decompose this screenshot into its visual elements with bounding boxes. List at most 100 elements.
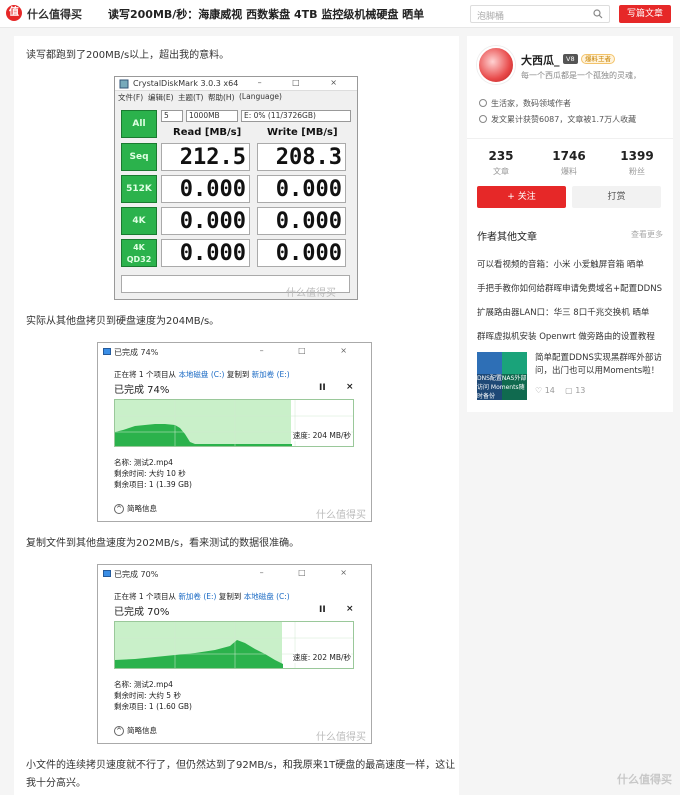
comment-icon: ▢ [565, 386, 573, 395]
cancel-button[interactable]: × [346, 604, 354, 614]
author-tags: 生活家，数码领域作者 [479, 98, 571, 109]
cdm-read-header: Read [MB/s] [173, 127, 242, 138]
copy-destination-link[interactable]: 新加卷 (E:) [252, 370, 290, 379]
author-name[interactable]: 大西瓜_ [521, 52, 560, 68]
thumb-caption: DNS配置NAS外部访问 Moments随时备份 [477, 374, 527, 400]
featured-article-title[interactable]: 简单配置DDNS实现黑群晖外部访问，出门也可以用Moments啦！~ [535, 352, 665, 378]
like-icon: ♡ [535, 386, 543, 395]
cdm-4k-button[interactable]: 4K [121, 207, 157, 235]
cdm-512k-read: 0.000 [161, 175, 250, 203]
stat-number: 1746 [552, 149, 586, 163]
cdm-512k-button[interactable]: 512K [121, 175, 157, 203]
copy-source-link[interactable]: 新加卷 (E:) [178, 592, 216, 601]
other-article-link[interactable]: 扩展路由器LAN口：华三 8口千兆交换机 晒单 [477, 306, 663, 318]
paragraph: 我十分高兴。 [26, 778, 86, 789]
paragraph: 实际从其他盘拷贝到硬盘速度为204MB/s。 [26, 316, 220, 327]
view-more-link[interactable]: 查看更多 [631, 229, 663, 240]
watermark: 什么值得买 [286, 288, 336, 299]
copy-speed: 速度: 202 MB/秒 [292, 652, 351, 663]
dialog-title: 已完成 70% [114, 570, 159, 579]
like-count: 14 [544, 386, 555, 395]
stat-number: 235 [488, 149, 514, 163]
cdm-all-button[interactable]: All [121, 110, 157, 138]
author-achievements-text: 发文累计获赞6087，文章被1.7万人收藏 [491, 115, 637, 124]
dialog-title: 已完成 74% [114, 348, 159, 357]
cancel-button[interactable]: × [346, 382, 354, 392]
cdm-titlebar: CrystalDiskMark 3.0.3 x64 – □ × [115, 77, 357, 91]
copy-dialog: 已完成 70% – □ × 正在将 1 个项目从 新加卷 (E:) 复制到 本地… [97, 564, 372, 744]
cdm-count-select[interactable]: 5 [161, 110, 183, 122]
level-badge: V8 [563, 54, 578, 64]
author-sidebar: 大西瓜_ V8 爆料王者 每一个西瓜都是一个孤独的灵魂， 生活家，数码领域作者 … [467, 36, 673, 412]
author-bio: 每一个西瓜都是一个孤独的灵魂， [521, 71, 641, 80]
copy-destination-link[interactable]: 本地磁盘 (C:) [244, 592, 290, 601]
other-article-link[interactable]: 手把手教你如何给群晖申请免费域名+配置DDNS [477, 282, 663, 294]
items-remaining: 剩余项目: 1 (1.60 GB) [114, 702, 192, 711]
comment-count: 13 [575, 386, 586, 395]
other-article-link[interactable]: 可以看视频的音箱：小米 小爱触屏音箱 晒单 [477, 258, 663, 270]
stat-label: 爆料 [561, 167, 577, 176]
menu-language[interactable]: (Language) [239, 92, 282, 101]
window-controls[interactable]: – □ × [258, 78, 351, 87]
copy-desc-mid: 复制到 [226, 370, 250, 379]
cdm-4kqd32-button[interactable]: 4K QD32 [121, 239, 157, 267]
less-details-label: 简略信息 [127, 504, 157, 513]
site-name[interactable]: 什么值得买 [27, 6, 82, 22]
window-controls[interactable]: – □ × [260, 568, 363, 577]
featured-article-thumbnail[interactable]: DNS配置NAS外部访问 Moments随时备份 [477, 352, 527, 400]
copy-percent: 已完成 74% [114, 385, 170, 396]
tip-button[interactable]: 打赏 [572, 186, 661, 208]
file-name: 名称: 测试2.mp4 [114, 458, 173, 467]
stat-tips[interactable]: 1746 爆料 [535, 149, 603, 177]
author-achievements: 发文累计获赞6087，文章被1.7万人收藏 [479, 114, 636, 125]
stat-fans[interactable]: 1399 粉丝 [603, 149, 671, 177]
menu-file[interactable]: 文件(F) [118, 92, 143, 103]
search-icon[interactable] [593, 9, 603, 19]
menu-theme[interactable]: 主题(T) [178, 92, 203, 103]
copy-icon [103, 570, 111, 577]
site-logo-icon[interactable]: 值 [6, 5, 22, 21]
window-controls[interactable]: – □ × [260, 346, 363, 355]
cdm-seq-button[interactable]: Seq [121, 143, 157, 171]
top-bar: 值 什么值得买 读写200MB/秒：海康威视 西数紫盘 4TB 监控级机械硬盘 … [0, 0, 680, 28]
thumb-icon [479, 115, 487, 123]
other-articles-heading: 作者其他文章 [477, 232, 537, 243]
copy-description: 正在将 1 个项目从 新加卷 (E:) 复制到 本地磁盘 (C:) [114, 591, 290, 602]
time-remaining: 剩余时间: 大约 10 秒 [114, 469, 186, 478]
author-stats: 235 文章 1746 爆料 1399 粉丝 [467, 138, 673, 186]
paragraph: 小文件的连续拷贝速度就不行了，但仍然达到了92MB/s，和我原来1T硬盘的最高速… [26, 760, 456, 771]
cdm-size-select[interactable]: 1000MB [186, 110, 238, 122]
stat-label: 文章 [493, 167, 509, 176]
follow-button[interactable]: + 关注 [477, 186, 566, 208]
cdm-drive-select[interactable]: E: 0% (11/3726GB) [241, 110, 351, 122]
cdm-title: CrystalDiskMark 3.0.3 x64 [133, 79, 239, 88]
dialog-titlebar: 已完成 74% – □ × [98, 343, 371, 361]
avatar[interactable] [477, 46, 515, 84]
less-details-toggle[interactable]: ^ 简略信息 [114, 725, 157, 736]
copy-source-link[interactable]: 本地磁盘 (C:) [178, 370, 224, 379]
person-icon [479, 99, 487, 107]
watermark: 什么值得买 [316, 510, 366, 521]
other-article-link[interactable]: 群晖虚拟机安装 Openwrt 做旁路由的设置教程 [477, 330, 663, 342]
pause-button[interactable]: II [319, 605, 326, 615]
search-placeholder: 泡脚桶 [477, 12, 505, 22]
menu-edit[interactable]: 编辑(E) [148, 92, 174, 103]
search-input[interactable]: 泡脚桶 [470, 5, 610, 23]
menu-help[interactable]: 帮助(H) [208, 92, 235, 103]
stat-number: 1399 [620, 149, 654, 163]
copy-desc-prefix: 正在将 1 个项目从 [114, 592, 177, 601]
featured-article-stats: ♡ 14 ▢ 13 [535, 386, 585, 395]
copy-speed-graph: 速度: 202 MB/秒 [114, 621, 354, 669]
disk-icon [119, 79, 129, 89]
write-article-button[interactable]: 写篇文章 [619, 5, 671, 23]
stat-articles[interactable]: 235 文章 [467, 149, 535, 177]
cdm-4kqd32-write: 0.000 [257, 239, 346, 267]
cdm-4k-read: 0.000 [161, 207, 250, 235]
less-details-toggle[interactable]: ^ 简略信息 [114, 503, 157, 514]
watermark: 什么值得买 [316, 732, 366, 743]
file-name: 名称: 测试2.mp4 [114, 680, 173, 689]
copy-speed: 速度: 204 MB/秒 [292, 430, 351, 441]
chevron-up-icon: ^ [114, 726, 124, 736]
copy-description: 正在将 1 个项目从 本地磁盘 (C:) 复制到 新加卷 (E:) [114, 369, 290, 380]
pause-button[interactable]: II [319, 383, 326, 393]
